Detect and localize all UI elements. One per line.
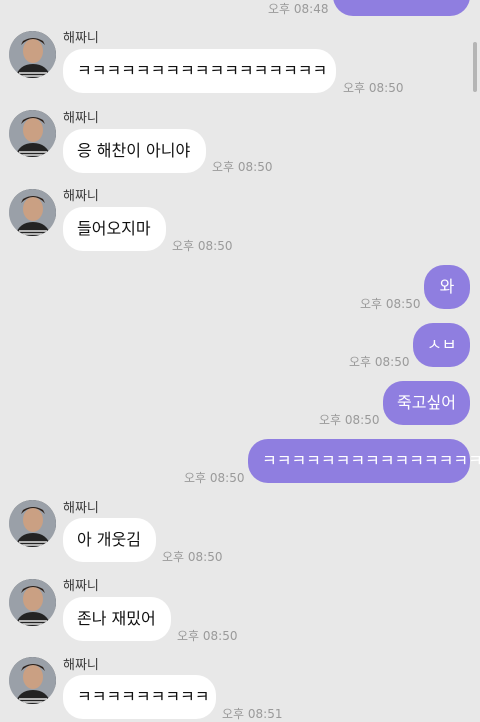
message-timestamp: 오후 08:50 [343,81,404,95]
message-timestamp: 오후 08:50 [212,160,273,174]
message-timestamp: 오후 08:50 [349,355,410,369]
outgoing-bubble[interactable]: ㅅㅂ [413,323,470,367]
avatar[interactable] [9,500,56,547]
message-timestamp: 오후 08:51 [222,707,283,721]
sender-name: 해짜니 [63,111,99,126]
incoming-bubble[interactable]: 존나 재밌어 [63,597,171,641]
message-timestamp: 오후 08:50 [177,629,238,643]
sender-name: 해짜니 [63,658,99,673]
message-timestamp: 오후 08:50 [162,550,223,564]
outgoing-bubble[interactable]: 죽고싶어 [383,381,470,425]
sender-name: 해짜니 [63,189,99,204]
avatar[interactable] [9,31,56,78]
avatar[interactable] [9,579,56,626]
outgoing-bubble-partial[interactable] [333,0,470,16]
message-timestamp: 오후 08:50 [172,239,233,253]
sender-name: 해짜니 [63,501,99,516]
message-timestamp: 오후 08:48 [268,2,329,16]
avatar[interactable] [9,657,56,704]
avatar[interactable] [9,110,56,157]
outgoing-bubble[interactable]: 와 [424,265,470,309]
incoming-bubble[interactable]: ㅋㅋㅋㅋㅋㅋㅋㅋㅋ [63,675,216,719]
message-timestamp: 오후 08:50 [184,471,245,485]
sender-name: 해짜니 [63,31,99,46]
avatar[interactable] [9,189,56,236]
incoming-bubble[interactable]: ㅋㅋㅋㅋㅋㅋㅋㅋㅋㅋㅋㅋㅋㅋㅋㅋㅋ [63,49,336,93]
incoming-bubble[interactable]: 아 개웃김 [63,518,156,562]
message-timestamp: 오후 08:50 [360,297,421,311]
sender-name: 해짜니 [63,579,99,594]
chat-window[interactable]: 오후 08:48 해짜니 ㅋㅋㅋㅋㅋㅋㅋㅋㅋㅋㅋㅋㅋㅋㅋㅋㅋ 오후 08:50 … [0,0,480,721]
scrollbar[interactable] [473,42,477,92]
outgoing-bubble[interactable]: ㅋㅋㅋㅋㅋㅋㅋㅋㅋㅋㅋㅋㅋㅋㅋ [248,439,480,483]
message-timestamp: 오후 08:50 [319,413,380,427]
incoming-bubble[interactable]: 들어오지마 [63,207,166,251]
incoming-bubble[interactable]: 응 해찬이 아니야 [63,129,206,173]
